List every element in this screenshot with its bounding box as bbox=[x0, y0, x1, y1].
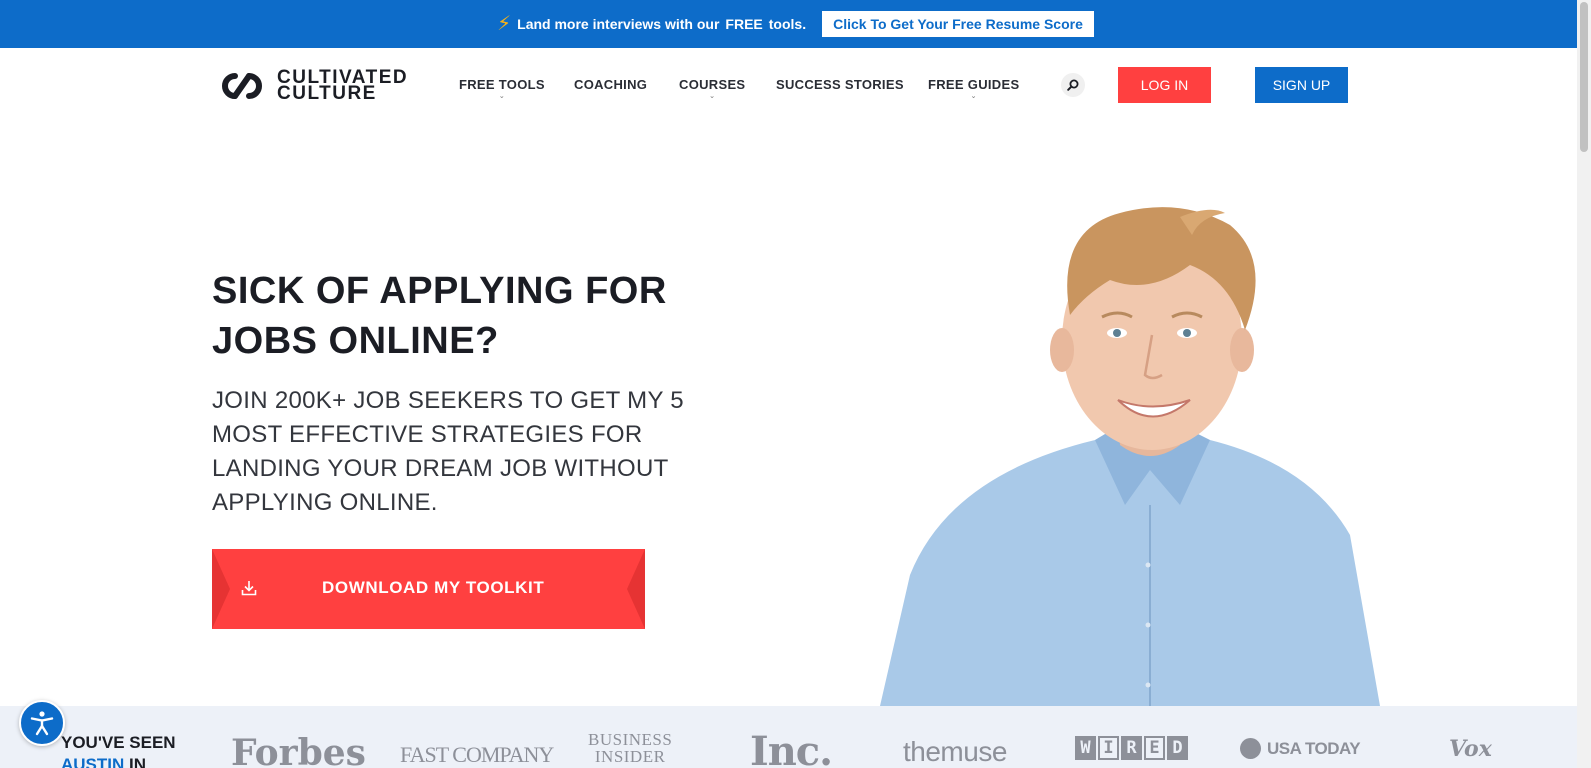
lightning-bolt-icon: ⚡ bbox=[497, 13, 512, 35]
login-button[interactable]: LOG IN bbox=[1118, 67, 1211, 103]
hero-portrait-image bbox=[880, 205, 1400, 706]
promo-bar: ⚡ Land more interviews with our FREE too… bbox=[0, 0, 1591, 48]
search-icon bbox=[1067, 79, 1079, 91]
signup-button[interactable]: SIGN UP bbox=[1255, 67, 1348, 103]
bi-line-2: INSIDER bbox=[594, 747, 666, 766]
bi-line-1: BUSINESS bbox=[588, 730, 673, 749]
forbes-logo: Forbes bbox=[231, 732, 366, 768]
cta-right-notch bbox=[627, 549, 645, 629]
press-heading-after: IN bbox=[129, 755, 147, 768]
press-heading-name[interactable]: AUSTIN bbox=[61, 755, 124, 768]
wired-letter: E bbox=[1144, 736, 1165, 760]
nav-item-coaching[interactable]: COACHING bbox=[574, 77, 647, 92]
nav-item-success-stories[interactable]: SUCCESS STORIES bbox=[776, 77, 904, 92]
chevron-down-icon: ⌄ bbox=[709, 93, 716, 100]
promo-text-bold: FREE bbox=[725, 16, 763, 32]
nav-item-label: COACHING bbox=[574, 77, 648, 92]
cta-label: DOWNLOAD MY TOOLKIT bbox=[322, 578, 545, 597]
chevron-down-icon: ⌄ bbox=[498, 93, 505, 100]
usa-today-logo: USA TODAY bbox=[1240, 738, 1361, 759]
download-icon bbox=[241, 581, 257, 596]
fast-company-logo: FAST COMPANY bbox=[400, 742, 554, 767]
logo-line-2: CULTURE bbox=[277, 83, 377, 104]
nav-item-courses[interactable]: COURSES ⌄ bbox=[679, 77, 746, 100]
wired-letter: I bbox=[1098, 736, 1119, 760]
free-resume-score-button[interactable]: Click To Get Your Free Resume Score bbox=[822, 11, 1094, 37]
download-toolkit-button[interactable]: DOWNLOAD MY TOOLKIT bbox=[212, 549, 645, 629]
wired-letter: R bbox=[1121, 736, 1142, 760]
press-heading: YOU'VE SEEN AUSTIN IN bbox=[61, 732, 176, 768]
portrait-illustration bbox=[880, 207, 1380, 706]
press-logos-strip: YOU'VE SEEN AUSTIN IN Forbes FAST COMPAN… bbox=[0, 706, 1591, 768]
nav-item-label: FREE GUIDES bbox=[928, 77, 1020, 92]
page-scrollbar[interactable] bbox=[1577, 0, 1591, 768]
usa-today-text: USA TODAY bbox=[1267, 738, 1361, 758]
main-nav: CULTIVATED CULTURE FREE TOOLS ⌄ COACHING… bbox=[0, 48, 1591, 128]
chevron-down-icon: ⌄ bbox=[970, 93, 977, 100]
nav-item-label: COURSES bbox=[679, 77, 746, 92]
accessibility-button[interactable] bbox=[19, 700, 65, 746]
nav-item-free-guides[interactable]: FREE GUIDES ⌄ bbox=[928, 77, 1020, 100]
scrollbar-thumb[interactable] bbox=[1580, 2, 1588, 152]
promo-text-after: tools. bbox=[768, 16, 807, 32]
inc-logo: Inc. bbox=[750, 728, 833, 768]
wired-letter: W bbox=[1075, 736, 1096, 760]
wired-letter: D bbox=[1167, 736, 1188, 760]
usa-today-dot-icon bbox=[1240, 738, 1261, 759]
promo-text: ⚡ Land more interviews with our FREE too… bbox=[497, 14, 806, 34]
business-insider-logo: BUSINESS INSIDER bbox=[588, 731, 672, 765]
site-logo[interactable]: CULTIVATED CULTURE bbox=[217, 68, 408, 104]
logo-link-icon bbox=[222, 73, 262, 99]
cta-left-notch bbox=[212, 549, 230, 629]
press-heading-line-1: YOU'VE SEEN bbox=[61, 733, 176, 752]
the-muse-logo: themuse bbox=[903, 736, 1007, 767]
accessibility-icon bbox=[30, 711, 54, 736]
promo-text-before: Land more interviews with our bbox=[517, 16, 720, 32]
logo-text: CULTIVATED CULTURE bbox=[277, 68, 408, 104]
wired-logo: W I R E D bbox=[1075, 736, 1188, 760]
nav-item-label: FREE TOOLS bbox=[459, 77, 545, 92]
search-button[interactable] bbox=[1061, 73, 1085, 97]
hero-subtitle: JOIN 200K+ JOB SEEKERS TO GET MY 5 MOST … bbox=[212, 387, 684, 516]
nav-item-free-tools[interactable]: FREE TOOLS ⌄ bbox=[459, 77, 545, 100]
nav-item-label: SUCCESS STORIES bbox=[776, 77, 904, 92]
hero-title: SICK OF APPLYING FOR JOBS ONLINE? bbox=[212, 270, 667, 362]
vox-logo: Vox bbox=[1449, 736, 1492, 762]
